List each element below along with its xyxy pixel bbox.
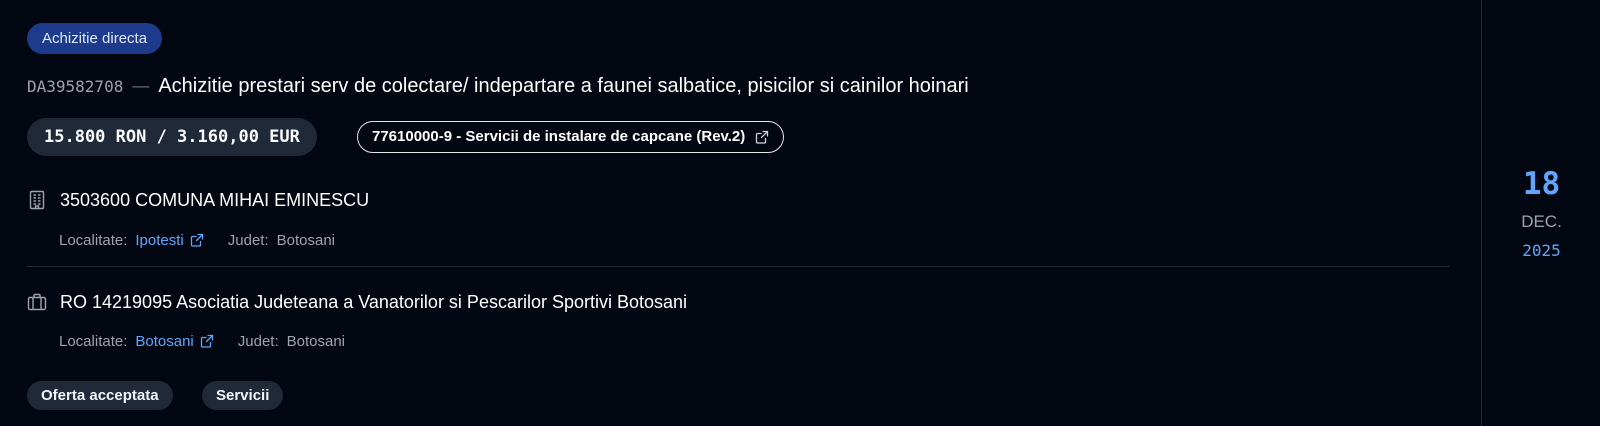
cpv-code-label: 77610000-9 - Servicii de instalare de ca… [372, 128, 746, 145]
supplier-location: Localitate: Botosani Judet: Botosani [59, 330, 345, 352]
contracting-authority: 3503600 COMUNA MIHAI EMINESCU [27, 187, 369, 213]
status-chip: Oferta acceptata [27, 381, 173, 410]
date-day: 18 [1522, 166, 1561, 202]
procedure-type-badge: Achizitie directa [27, 23, 163, 54]
authority-county: Botosani [276, 231, 336, 249]
section-divider [27, 266, 1449, 267]
date-month: DEC. [1521, 212, 1562, 231]
supplier-county: Botosani [286, 332, 346, 350]
title-separator: — [132, 76, 150, 95]
locality-label: Localitate: [59, 332, 128, 350]
category-chip: Servicii [202, 381, 284, 410]
authority-location: Localitate: Ipotesti Judet: Botosani [59, 229, 335, 251]
supplier: RO 14219095 Asociatia Judeteana a Vanato… [27, 289, 687, 315]
external-link-icon [755, 130, 769, 144]
price-pill: 15.800 RON / 3.160,00 EUR [27, 118, 317, 156]
reference-code: DA39582708 [27, 76, 124, 96]
supplier-name[interactable]: RO 14219095 Asociatia Judeteana a Vanato… [60, 292, 687, 313]
date-column: 18 DEC. 2025 [1481, 0, 1600, 426]
date-year: 2025 [1522, 241, 1561, 260]
external-link-icon[interactable] [200, 334, 214, 348]
county-label: Judet: [227, 231, 269, 249]
building-icon [27, 190, 47, 210]
title-row: DA39582708 — Achizitie prestari serv de … [27, 73, 969, 99]
external-link-icon[interactable] [190, 233, 204, 247]
authority-name[interactable]: 3503600 COMUNA MIHAI EMINESCU [60, 190, 369, 211]
procedure-title[interactable]: Achizitie prestari serv de colectare/ in… [158, 75, 968, 98]
supplier-locality-link[interactable]: Botosani [135, 333, 193, 350]
authority-locality-link[interactable]: Ipotesti [135, 232, 183, 249]
cpv-code-link[interactable]: 77610000-9 - Servicii de instalare de ca… [357, 121, 785, 153]
county-label: Judet: [237, 332, 279, 350]
briefcase-icon [27, 292, 47, 312]
locality-label: Localitate: [59, 231, 128, 249]
procurement-card: Achizitie directa DA39582708 — Achizitie… [0, 0, 1481, 426]
